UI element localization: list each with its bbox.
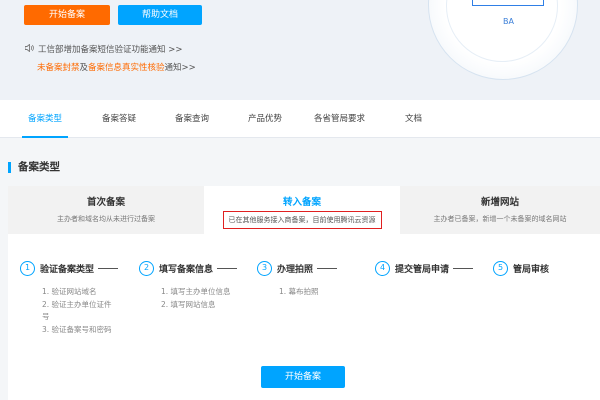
step-2: 2 填写备案信息 bbox=[139, 261, 238, 277]
step-label: 填写备案信息 bbox=[159, 265, 214, 275]
step-label: 办理拍照 bbox=[277, 265, 314, 275]
notice-part-verify[interactable]: 备案信息真实性核验 bbox=[88, 63, 165, 73]
tab-filing-type[interactable]: 备案类型 bbox=[21, 100, 69, 138]
hero-banner: 开始备案 帮助文档 工信部增加备案短信验证功能通知 >> 未备案封禁及备案信息真… bbox=[0, 0, 600, 100]
step-number: 5 bbox=[493, 261, 508, 276]
step-4: 4 提交管局申请 bbox=[375, 261, 474, 277]
type-card-new-website[interactable]: 新增网站 主办者已备案，新增一个未备案的域名网站 bbox=[400, 186, 600, 234]
detail-item: 2. 验证主办单位证件 bbox=[42, 299, 112, 309]
tab-advantages[interactable]: 产品优势 bbox=[248, 100, 282, 138]
help-docs-button[interactable]: 帮助文档 bbox=[118, 5, 202, 25]
type-desc: 主办者和域名均从未进行过备案 bbox=[57, 215, 155, 223]
speaker-icon bbox=[24, 43, 34, 55]
start-filing-bottom-button[interactable]: 开始备案 bbox=[261, 366, 345, 388]
tab-query[interactable]: 备案查询 bbox=[175, 100, 209, 138]
step-3-details: 1. 幕布拍照 bbox=[279, 286, 319, 299]
notice-text: 工信部增加备案短信验证功能通知 >> bbox=[38, 45, 183, 55]
type-title: 转入备案 bbox=[282, 197, 321, 208]
type-desc: 主办者已备案，新增一个未备案的域名网站 bbox=[433, 215, 567, 223]
detail-item: 2. 填写网站信息 bbox=[161, 299, 216, 309]
notice-suffix: 通知>> bbox=[164, 63, 196, 73]
type-desc-highlighted: 已在其他服务接入商备案，目前使用腾讯云资源 bbox=[222, 211, 382, 229]
step-connector bbox=[98, 268, 119, 269]
step-number: 2 bbox=[139, 261, 154, 276]
decorative-ba-label: BA bbox=[503, 17, 514, 26]
notice-connector: 及 bbox=[79, 63, 89, 73]
step-connector bbox=[317, 268, 338, 269]
step-1: 1 验证备案类型 bbox=[20, 261, 119, 277]
notice-sms-verification[interactable]: 工信部增加备案短信验证功能通知 >> bbox=[24, 43, 183, 55]
tab-docs[interactable]: 文档 bbox=[405, 100, 422, 138]
step-2-details: 1. 填写主办单位信息 2. 填写网站信息 bbox=[161, 286, 231, 311]
step-1-details: 1. 验证网站域名 2. 验证主办单位证件 号 3. 验证备案号和密码 bbox=[42, 286, 112, 336]
step-number: 3 bbox=[257, 261, 272, 276]
step-number: 4 bbox=[375, 261, 390, 276]
tab-bar: 备案类型 备案答疑 备案查询 产品优势 各省管局要求 文档 bbox=[0, 100, 600, 138]
start-filing-button[interactable]: 开始备案 bbox=[24, 5, 110, 25]
detail-item: 3. 验证备案号和密码 bbox=[42, 324, 112, 334]
step-connector bbox=[453, 268, 474, 269]
section-title: 备案类型 bbox=[8, 162, 60, 173]
step-3: 3 办理拍照 bbox=[257, 261, 338, 277]
type-card-transfer-filing[interactable]: 转入备案 已在其他服务接入商备案，目前使用腾讯云资源 bbox=[204, 186, 400, 234]
tab-faq[interactable]: 备案答疑 bbox=[102, 100, 136, 138]
filing-type-selector: 首次备案 主办者和域名均从未进行过备案 转入备案 已在其他服务接入商备案，目前使… bbox=[8, 186, 600, 234]
step-number: 1 bbox=[20, 261, 35, 276]
type-title: 新增网站 bbox=[480, 197, 519, 208]
type-card-first-filing[interactable]: 首次备案 主办者和域名均从未进行过备案 bbox=[8, 186, 204, 234]
tab-provincial-requirements[interactable]: 各省管局要求 bbox=[314, 100, 365, 138]
detail-item: 号 bbox=[42, 312, 50, 321]
notice-ban-and-verification[interactable]: 未备案封禁及备案信息真实性核验通知>> bbox=[37, 61, 196, 73]
detail-item: 1. 幕布拍照 bbox=[279, 287, 319, 296]
step-label: 提交管局申请 bbox=[395, 265, 450, 275]
step-5: 5 管局审核 bbox=[493, 261, 549, 277]
step-connector bbox=[217, 268, 238, 269]
detail-item: 1. 填写主办单位信息 bbox=[161, 287, 231, 296]
step-label: 管局审核 bbox=[513, 265, 550, 275]
notice-part-ban[interactable]: 未备案封禁 bbox=[37, 63, 80, 73]
step-label: 验证备案类型 bbox=[40, 265, 95, 275]
detail-item: 1. 验证网站域名 bbox=[42, 287, 97, 296]
decorative-box bbox=[472, 0, 544, 6]
type-title: 首次备案 bbox=[86, 197, 125, 208]
